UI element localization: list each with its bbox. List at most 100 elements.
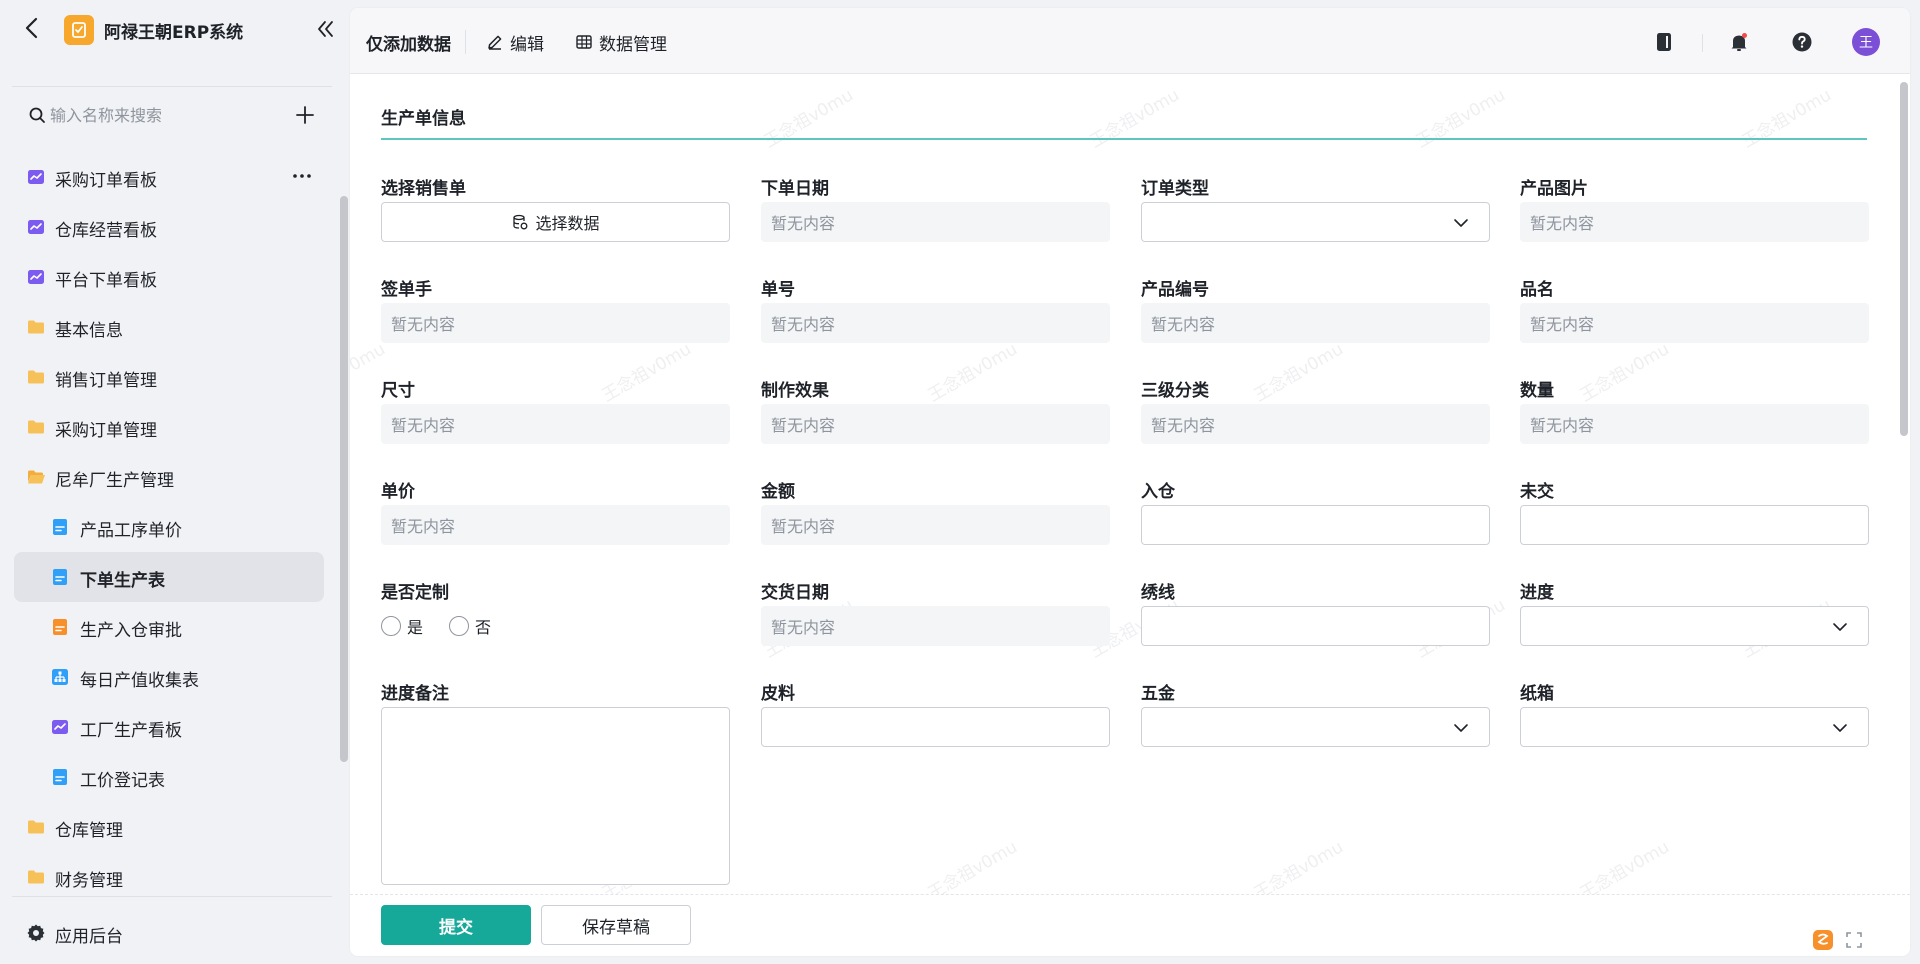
sidebar-item-process-price[interactable]: 产品工序单价: [14, 502, 324, 552]
sidebar-item-factory-production[interactable]: 尼牟厂生产管理: [14, 452, 324, 502]
watermark: 王念祖v0mu: [924, 837, 1021, 894]
sidebar-item-production-order[interactable]: 下单生产表: [14, 552, 324, 602]
double-chevron-left-icon: [318, 21, 333, 37]
sidebar-item-label: 销售订单管理: [55, 371, 157, 391]
data-manage-button[interactable]: 数据管理: [575, 26, 667, 58]
select-data-label: 选择数据: [535, 214, 600, 233]
folder-icon: [28, 370, 44, 384]
progress-note-textarea[interactable]: [381, 707, 730, 885]
sidebar-item-warehouse[interactable]: 仓库管理: [14, 802, 324, 852]
dashboard-icon: [28, 220, 44, 234]
field-label-signer: 签单手: [381, 280, 432, 300]
sidebar-item-daily-output[interactable]: 每日产值收集表: [14, 652, 324, 702]
folder-icon: [28, 870, 44, 884]
ime-icon[interactable]: [1810, 927, 1836, 953]
sidebar-item-platform-board[interactable]: 平台下单看板: [14, 252, 324, 302]
sidebar-header: 阿禄王朝ERP系统: [0, 0, 348, 60]
product-code-value: 暂无内容: [1141, 303, 1490, 343]
edit-button[interactable]: 编辑: [486, 26, 544, 58]
form-scrollbar[interactable]: [1898, 74, 1910, 894]
section-title: 生产单信息: [381, 109, 466, 129]
database-icon: [513, 214, 528, 230]
form-icon: [53, 769, 67, 785]
form-area: 王念祖v0mu 王念祖v0mu 王念祖v0mu 王念祖v0mu 王念祖v0mu …: [350, 74, 1896, 894]
avatar[interactable]: 王: [1852, 28, 1880, 56]
notifications-button[interactable]: [1725, 28, 1753, 56]
sidebar-divider: [12, 86, 332, 87]
carton-select[interactable]: [1520, 707, 1869, 747]
progress-select[interactable]: [1520, 606, 1869, 646]
field-label-sales-order: 选择销售单: [381, 179, 466, 199]
watermark: 王念祖v0mu: [1250, 339, 1347, 407]
order-date-value: 暂无内容: [761, 202, 1110, 242]
sidebar-item-label: 工厂生产看板: [80, 721, 182, 741]
sidebar-item-label: 采购订单管理: [55, 421, 157, 441]
effect-value: 暂无内容: [761, 404, 1110, 444]
sidebar-scrollbar[interactable]: [340, 196, 348, 762]
sidebar-item-finance[interactable]: 财务管理: [14, 852, 324, 902]
docs-button[interactable]: [1650, 28, 1678, 56]
radio-yes[interactable]: [381, 616, 401, 636]
form-icon: [53, 519, 67, 535]
question-circle-icon: [1792, 32, 1812, 52]
save-draft-button[interactable]: 保存草稿: [541, 905, 691, 945]
delivery-date-value: 暂无内容: [761, 606, 1110, 646]
field-label-carton: 纸箱: [1520, 684, 1554, 704]
chevron-left-icon: [25, 17, 38, 39]
in-stock-input[interactable]: [1141, 505, 1490, 545]
sidebar-item-label: 工价登记表: [80, 771, 165, 791]
order-no-value: 暂无内容: [761, 303, 1110, 343]
bell-icon: [1731, 33, 1747, 51]
add-button[interactable]: [294, 104, 316, 126]
sidebar-nav: 采购订单看板 仓库经营看板 平台下单看板 基本信息 销售订单管理 采购订单管理: [0, 152, 348, 891]
embroidery-input[interactable]: [1141, 606, 1490, 646]
radio-no[interactable]: [449, 616, 470, 636]
field-label-hardware: 五金: [1141, 684, 1175, 704]
leather-input[interactable]: [761, 707, 1110, 747]
submit-button[interactable]: 提交: [381, 905, 531, 945]
app-admin-button[interactable]: 应用后台: [14, 908, 324, 958]
field-label-product-code: 产品编号: [1141, 280, 1209, 300]
book-icon: [1657, 33, 1671, 51]
sidebar-item-label: 采购订单看板: [55, 171, 157, 191]
undelivered-input[interactable]: [1520, 505, 1869, 545]
signer-value: 暂无内容: [381, 303, 730, 343]
form-scrollbar-thumb[interactable]: [1900, 82, 1908, 436]
hardware-select[interactable]: [1141, 707, 1490, 747]
search-input[interactable]: [50, 100, 270, 130]
order-type-select[interactable]: [1141, 202, 1490, 242]
back-button[interactable]: [18, 14, 46, 42]
dashboard-icon: [28, 270, 44, 284]
app-title: 阿禄王朝ERP系统: [104, 23, 244, 43]
form-footer: 提交 保存草稿: [350, 894, 1910, 956]
expand-icon[interactable]: [1844, 930, 1864, 950]
sidebar-scrollbar-thumb[interactable]: [340, 196, 348, 762]
watermark: 王念祖v0mu: [1576, 837, 1673, 894]
sidebar-item-purchase-orders[interactable]: 采购订单管理: [14, 402, 324, 452]
sidebar: 阿禄王朝ERP系统 采购订单看板 仓库经营看板 平台下单看板: [0, 0, 348, 964]
field-label-effect: 制作效果: [761, 381, 829, 401]
sidebar-item-wage-register[interactable]: 工价登记表: [14, 752, 324, 802]
collapse-sidebar-button[interactable]: [312, 16, 338, 42]
select-data-button[interactable]: 选择数据: [381, 202, 730, 242]
pencil-icon: [488, 35, 502, 50]
sidebar-item-warehouse-board[interactable]: 仓库经营看板: [14, 202, 324, 252]
field-label-undelivered: 未交: [1520, 482, 1554, 502]
sidebar-item-basic-info[interactable]: 基本信息: [14, 302, 324, 352]
field-label-progress: 进度: [1520, 583, 1554, 603]
more-icon[interactable]: [290, 164, 314, 188]
help-button[interactable]: [1788, 28, 1816, 56]
size-value: 暂无内容: [381, 404, 730, 444]
field-label-amount: 金额: [761, 482, 795, 502]
search-icon: [29, 107, 45, 123]
section-underline: [381, 138, 1867, 140]
watermark: 王念祖v0mu: [924, 339, 1021, 407]
sidebar-item-sales-orders[interactable]: 销售订单管理: [14, 352, 324, 402]
watermark: 王念祖v0mu: [1250, 837, 1347, 894]
plus-icon: [296, 106, 314, 124]
sidebar-item-stock-in-approval[interactable]: 生产入仓审批: [14, 602, 324, 652]
sidebar-search: [14, 96, 324, 134]
sidebar-item-purchase-board[interactable]: 采购订单看板: [14, 152, 324, 202]
table-icon: [576, 35, 592, 49]
sidebar-item-factory-board[interactable]: 工厂生产看板: [14, 702, 324, 752]
